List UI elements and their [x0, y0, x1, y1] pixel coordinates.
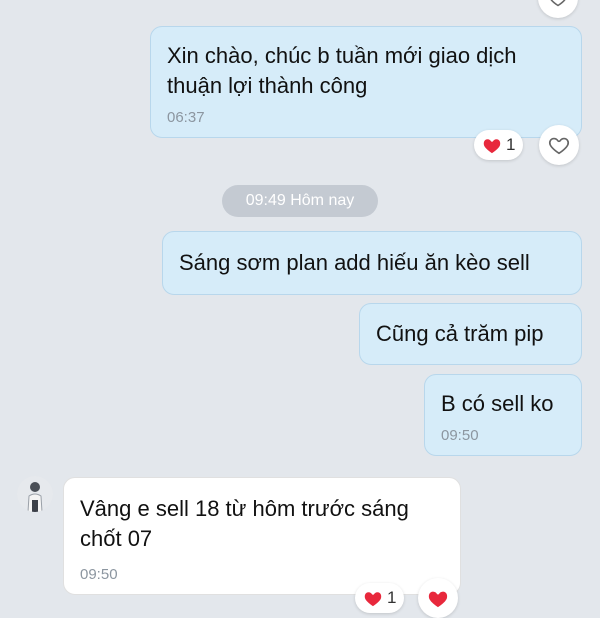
message-bubble-outgoing[interactable]: Xin chào, chúc b tuần mới giao dịch thuậ…: [150, 26, 582, 138]
message-time: 06:37: [167, 109, 205, 126]
heart-filled-icon: [364, 592, 382, 607]
reaction-summary[interactable]: 1: [474, 130, 524, 160]
reaction-summary[interactable]: 1: [355, 583, 405, 613]
message-bubble-incoming[interactable]: Vâng e sell 18 từ hôm trước sáng chốt 07…: [63, 477, 461, 595]
message-bubble-outgoing[interactable]: Cũng cả trăm pip: [359, 303, 582, 365]
message-text: thuận lợi thành công: [167, 73, 368, 98]
react-button-top[interactable]: [538, 0, 578, 18]
date-separator: 09:49 Hôm nay: [222, 185, 378, 217]
reaction-count: 1: [506, 135, 516, 154]
message-time: 09:50: [80, 566, 118, 583]
message-bubble-outgoing[interactable]: Sáng sơm plan add hiếu ăn kèo sell: [162, 231, 582, 295]
heart-filled-icon: [483, 139, 501, 154]
message-text: Vâng e sell 18 từ hôm trước sáng: [80, 496, 409, 521]
message-text: B có sell ko: [441, 391, 554, 416]
message-text: Sáng sơm plan add hiếu ăn kèo sell: [179, 250, 530, 275]
message-time: 09:50: [441, 427, 479, 444]
contact-avatar[interactable]: [17, 476, 53, 512]
message-text: Xin chào, chúc b tuần mới giao dịch: [167, 43, 517, 68]
heart-outline-icon: [550, 0, 566, 7]
react-button-active[interactable]: [418, 578, 458, 618]
message-bubble-outgoing[interactable]: B có sell ko 09:50: [424, 374, 582, 456]
message-text: chốt 07: [80, 526, 153, 551]
heart-filled-icon: [428, 591, 448, 608]
message-text: Cũng cả trăm pip: [376, 321, 544, 346]
react-button[interactable]: [539, 125, 579, 165]
person-icon: [17, 476, 53, 512]
heart-outline-icon: [548, 137, 570, 155]
reaction-count: 1: [387, 588, 397, 607]
date-separator-label: 09:49 Hôm nay: [245, 192, 355, 209]
